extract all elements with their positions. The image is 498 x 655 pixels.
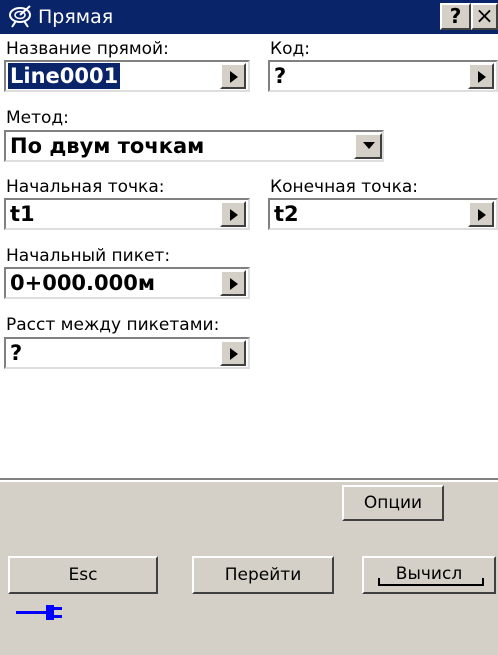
- line-name-value: Line0001: [8, 63, 121, 89]
- arrow-right-icon: [230, 209, 238, 221]
- end-point-value: t2: [274, 202, 299, 226]
- method-value: По двум точкам: [10, 134, 205, 158]
- window-title: Прямая: [38, 6, 114, 28]
- method-dropdown-button[interactable]: [354, 133, 382, 159]
- end-point-arrow-button[interactable]: [468, 201, 494, 227]
- satellite-dish-icon: [8, 3, 36, 29]
- start-point-value: t1: [10, 202, 35, 226]
- start-point-arrow-button[interactable]: [220, 201, 246, 227]
- start-point-label: Начальная точка:: [6, 177, 165, 197]
- start-point-field[interactable]: t1: [4, 198, 250, 230]
- power-plug-icon: [16, 599, 66, 623]
- line-name-arrow-button[interactable]: [220, 63, 246, 89]
- line-name-label: Название прямой:: [6, 39, 169, 59]
- arrow-right-icon: [230, 278, 238, 290]
- method-label: Метод:: [6, 108, 69, 128]
- arrow-right-icon: [230, 71, 238, 83]
- end-point-field[interactable]: t2: [268, 198, 498, 230]
- code-value: ?: [274, 64, 287, 88]
- options-button[interactable]: Опции: [342, 485, 444, 521]
- code-field[interactable]: ?: [268, 60, 498, 92]
- start-station-value: 0+000.000м: [10, 271, 156, 295]
- line-name-field[interactable]: Line0001: [4, 60, 250, 92]
- close-button[interactable]: ×: [471, 3, 498, 30]
- arrow-right-icon: [478, 209, 486, 221]
- station-interval-arrow-button[interactable]: [220, 340, 246, 366]
- method-dropdown[interactable]: По двум точкам: [4, 130, 384, 162]
- code-arrow-button[interactable]: [468, 63, 494, 89]
- start-station-arrow-button[interactable]: [220, 270, 246, 296]
- compute-button[interactable]: Вычисл: [362, 556, 496, 594]
- station-interval-value: ?: [10, 341, 23, 365]
- goto-button[interactable]: Перейти: [192, 556, 334, 594]
- help-button[interactable]: ?: [440, 3, 471, 30]
- station-interval-label: Расст между пикетами:: [6, 315, 220, 335]
- arrow-right-icon: [478, 71, 486, 83]
- chevron-down-icon: [363, 142, 375, 149]
- start-station-label: Начальный пикет:: [6, 246, 171, 266]
- end-point-label: Конечная точка:: [270, 177, 419, 197]
- esc-button[interactable]: Esc: [8, 556, 158, 594]
- default-button-underline: [378, 584, 484, 586]
- start-station-field[interactable]: 0+000.000м: [4, 267, 250, 299]
- station-interval-field[interactable]: ?: [4, 337, 250, 369]
- default-button-left-tick: [378, 578, 380, 586]
- code-label: Код:: [270, 39, 310, 59]
- default-button-right-tick: [482, 578, 484, 586]
- arrow-right-icon: [230, 348, 238, 360]
